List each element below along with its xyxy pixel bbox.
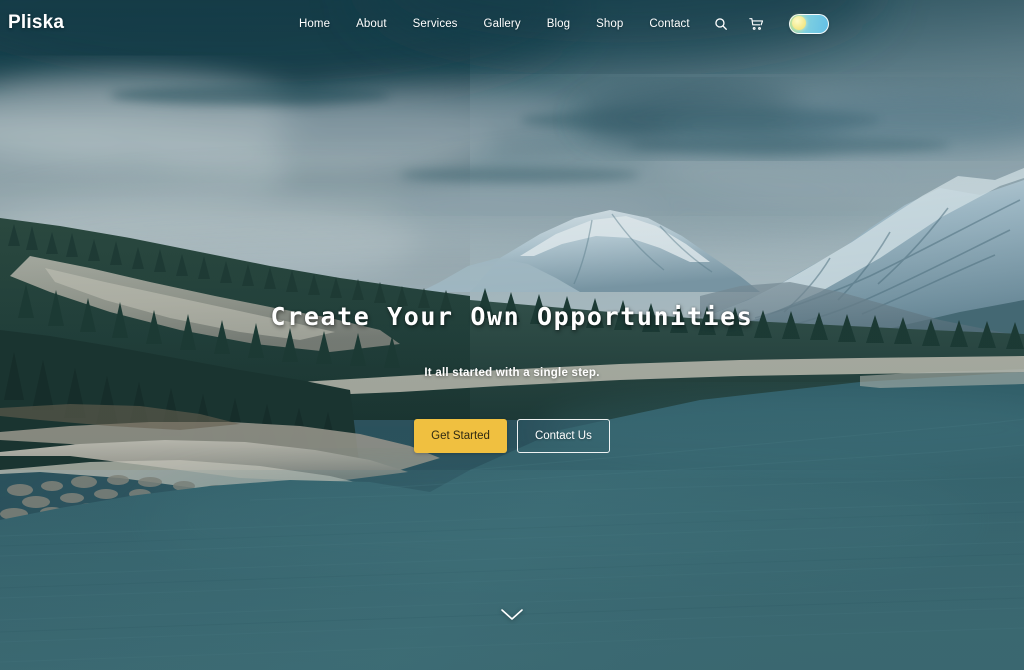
site-logo[interactable]: Pliska <box>8 12 64 34</box>
nav-item-services[interactable]: Services <box>400 12 471 36</box>
nav-item-home[interactable]: Home <box>286 12 343 36</box>
top-navigation-bar: Pliska Home About Services Gallery Blog … <box>0 0 1024 47</box>
nav-item-shop[interactable]: Shop <box>583 12 636 36</box>
hero-section: Create Your Own Opportunities It all sta… <box>0 0 1024 670</box>
contact-us-button[interactable]: Contact Us <box>516 419 610 453</box>
hero-subtitle: It all started with a single step. <box>424 367 600 379</box>
hero-page: Pliska Home About Services Gallery Blog … <box>0 0 1024 670</box>
get-started-button[interactable]: Get Started <box>414 419 507 453</box>
chevron-down-icon <box>501 609 523 620</box>
hero-title: Create Your Own Opportunities <box>270 302 754 331</box>
hero-action-buttons: Get Started Contact Us <box>0 419 1024 453</box>
nav-item-about[interactable]: About <box>343 12 400 36</box>
search-icon[interactable] <box>708 11 734 37</box>
theme-toggle-switch[interactable] <box>788 13 829 34</box>
cart-icon[interactable] <box>744 11 770 37</box>
nav-item-blog[interactable]: Blog <box>534 12 583 36</box>
nav-item-gallery[interactable]: Gallery <box>471 12 534 36</box>
theme-toggle-knob-sun-icon <box>791 16 806 31</box>
scroll-down-button[interactable] <box>0 608 1024 622</box>
nav-item-contact[interactable]: Contact <box>636 12 702 36</box>
nav-links-group: Home About Services Gallery Blog Shop Co… <box>286 0 829 47</box>
